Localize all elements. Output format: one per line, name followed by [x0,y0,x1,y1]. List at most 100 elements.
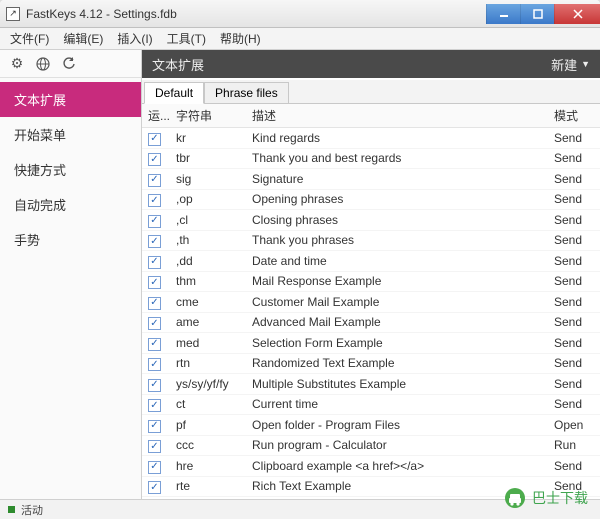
row-checkbox[interactable]: ✓ [148,379,161,392]
row-desc: Run program - Calculator [246,435,548,456]
row-checkbox[interactable]: ✓ [148,174,161,187]
row-desc: Clipboard example <a href></a> [246,456,548,477]
row-desc: Mail Response Example [246,271,548,292]
sidebar-item-shortcuts[interactable]: 快捷方式 [0,152,141,187]
row-checkbox[interactable]: ✓ [148,235,161,248]
row-string: ccc [170,435,246,456]
row-checkbox[interactable]: ✓ [148,481,161,494]
row-checkbox[interactable]: ✓ [148,215,161,228]
row-mode: Open [548,415,600,436]
row-desc: Date and time [246,251,548,272]
status-indicator-icon [8,506,15,513]
table-row[interactable]: ✓krKind regardsSend [142,128,600,149]
row-desc: Thank you and best regards [246,148,548,169]
row-desc: Rich Text Example [246,476,548,497]
tab-phrase-files[interactable]: Phrase files [204,82,289,103]
sidebar-item-gestures[interactable]: 手势 [0,222,141,257]
row-desc: Selection Form Example [246,333,548,354]
row-mode: Send [548,230,600,251]
table-row[interactable]: ✓sigSignatureSend [142,169,600,190]
maximize-button[interactable] [520,4,554,24]
row-string: med [170,333,246,354]
row-desc: Signature [246,169,548,190]
row-string: ,cl [170,210,246,231]
app-icon: ↗ [6,7,20,21]
row-mode: Send [548,312,600,333]
tabs: Default Phrase files [142,80,600,104]
menu-insert[interactable]: 插入(I) [111,28,158,49]
chevron-down-icon[interactable]: ▼ [581,59,590,69]
row-checkbox[interactable]: ✓ [148,338,161,351]
close-button[interactable] [554,4,600,24]
table-row[interactable]: ✓ cccRun program - CalculatorRun [142,435,600,456]
row-checkbox[interactable]: ✓ [148,194,161,207]
table-row[interactable]: ✓tbrThank you and best regardsSend [142,148,600,169]
table-row[interactable]: ✓,thThank you phrasesSend [142,230,600,251]
table-row[interactable]: ✓ctCurrent timeSend [142,394,600,415]
row-string: cme [170,292,246,313]
table-row[interactable]: ✓,opOpening phrasesSend [142,189,600,210]
section-header: 文本扩展 新建 ▼ [142,50,600,78]
table-row[interactable]: ✓ thmMail Response ExampleSend [142,271,600,292]
row-desc: Open folder - Program Files [246,415,548,436]
row-checkbox[interactable]: ✓ [148,256,161,269]
row-checkbox[interactable]: ✓ [148,399,161,412]
row-checkbox[interactable]: ✓ [148,440,161,453]
row-string: thm [170,271,246,292]
row-checkbox[interactable]: ✓ [148,358,161,371]
new-button[interactable]: 新建 [551,55,577,74]
refresh-icon[interactable] [60,55,78,73]
tab-default[interactable]: Default [144,82,204,104]
table-row[interactable]: ✓rtnRandomized Text ExampleSend [142,353,600,374]
globe-icon[interactable] [34,55,52,73]
menu-help[interactable]: 帮助(H) [214,28,267,49]
minimize-button[interactable] [486,4,520,24]
row-string: ys/sy/yf/fy [170,374,246,395]
row-desc: Multiple Substitutes Example [246,374,548,395]
table-row[interactable]: ✓hreClipboard example <a href></a>Send [142,456,600,477]
menu-edit[interactable]: 编辑(E) [57,28,109,49]
row-string: kr [170,128,246,149]
table-row[interactable]: ✓,ddDate and timeSend [142,251,600,272]
row-desc: Opening phrases [246,189,548,210]
row-mode: Send [548,148,600,169]
row-desc: Current time [246,394,548,415]
sidebar-item-autocomplete[interactable]: 自动完成 [0,187,141,222]
row-checkbox[interactable]: ✓ [148,461,161,474]
row-string: pf [170,415,246,436]
col-desc[interactable]: 描述 [246,104,548,128]
table-row[interactable]: ✓,clClosing phrasesSend [142,210,600,231]
table-row[interactable]: ✓ medSelection Form ExampleSend [142,333,600,354]
table-row[interactable]: ✓cmeCustomer Mail ExampleSend [142,292,600,313]
menu-file[interactable]: 文件(F) [4,28,55,49]
row-mode: Send [548,333,600,354]
sidebar-item-start-menu[interactable]: 开始菜单 [0,117,141,152]
row-mode: Run [548,435,600,456]
window-title: FastKeys 4.12 - Settings.fdb [26,7,486,21]
table-row[interactable]: ✓ameAdvanced Mail ExampleSend [142,312,600,333]
row-string: hre [170,456,246,477]
table-row[interactable]: ✓ ys/sy/yf/fyMultiple Substitutes Example… [142,374,600,395]
row-mode: Send [548,210,600,231]
col-string[interactable]: 字符串 [170,104,246,128]
menu-tools[interactable]: 工具(T) [161,28,212,49]
main-panel: 文本扩展 新建 ▼ Default Phrase files 运... 字符串 … [142,50,600,499]
table-row[interactable]: ✓rteRich Text ExampleSend [142,476,600,497]
row-string: ,dd [170,251,246,272]
sidebar-item-text-expansion[interactable]: 文本扩展 [0,82,141,117]
sidebar-toolbar: ⚙ [0,50,141,78]
sidebar: ⚙ 文本扩展 开始菜单 快捷方式 自动完成 手势 [0,50,142,499]
gear-icon[interactable]: ⚙ [8,55,26,73]
row-checkbox[interactable]: ✓ [148,153,161,166]
row-checkbox[interactable]: ✓ [148,276,161,289]
row-checkbox[interactable]: ✓ [148,297,161,310]
row-mode: Send [548,271,600,292]
row-desc: Kind regards [246,128,548,149]
col-mode[interactable]: 模式 [548,104,600,128]
row-checkbox[interactable]: ✓ [148,420,161,433]
entries-table[interactable]: 运... 字符串 描述 模式 ✓krKind regardsSend✓tbrTh… [142,104,600,499]
col-run[interactable]: 运... [142,104,170,128]
row-checkbox[interactable]: ✓ [148,317,161,330]
row-checkbox[interactable]: ✓ [148,133,161,146]
table-row[interactable]: ✓ pfOpen folder - Program FilesOpen [142,415,600,436]
